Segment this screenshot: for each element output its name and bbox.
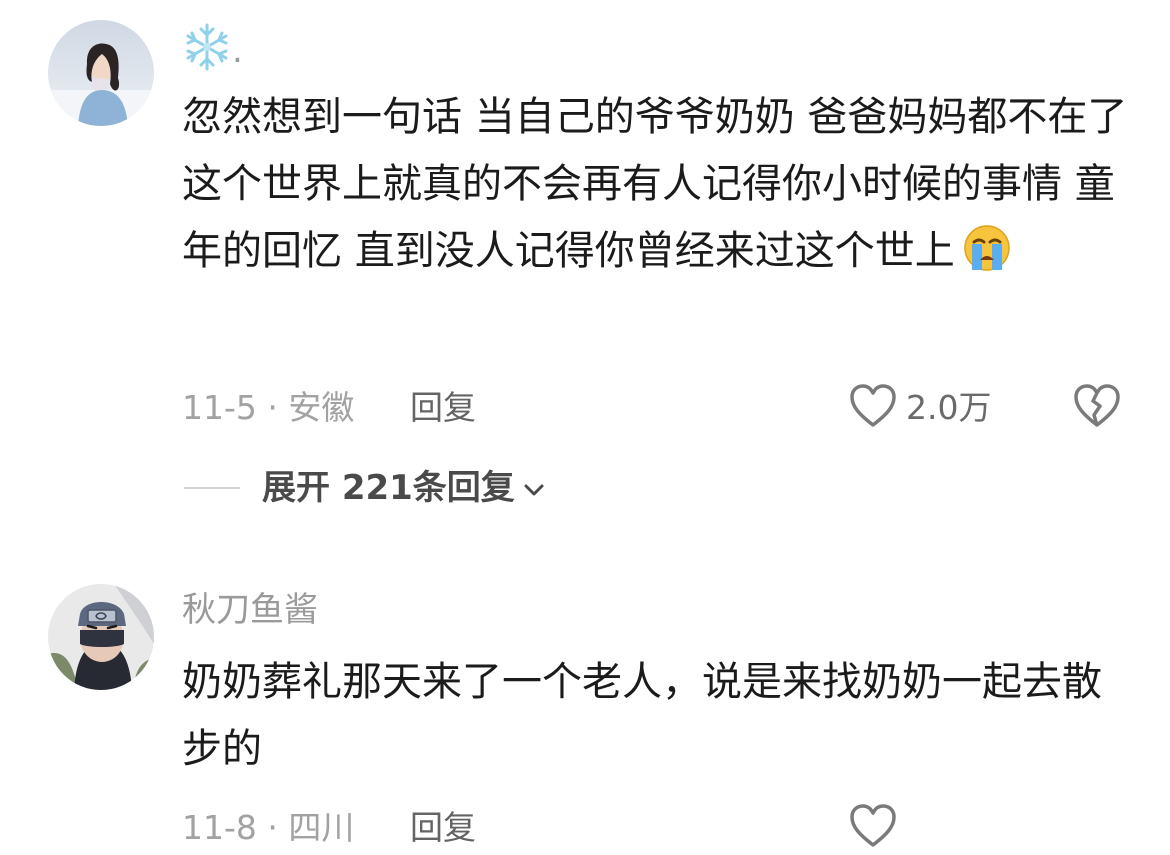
username[interactable]: 秋刀鱼酱	[182, 590, 318, 630]
comment-list: . 忽然想到一句话 当自己的爷爷奶奶 爸爸妈妈都不在了 这个世界上就真的不会再有…	[0, 0, 1170, 855]
crying-face-emoji	[959, 224, 1015, 293]
expand-replies-button[interactable]: 展开 221条回复	[262, 466, 545, 510]
like-button[interactable]	[848, 802, 898, 854]
reply-button[interactable]: 回复	[410, 806, 476, 850]
date-location: 11-8 · 四川	[182, 808, 355, 847]
avatar[interactable]	[48, 20, 154, 126]
chevron-down-icon	[524, 484, 544, 496]
divider	[184, 487, 240, 489]
date-location: 11-5 · 安徽	[182, 388, 355, 427]
reply-button[interactable]: 回复	[410, 386, 476, 430]
comment-text: 奶奶葬礼那天来了一个老人，说是来找奶奶一起去散步的	[182, 659, 1102, 772]
expand-replies-label: 展开 221条回复	[262, 468, 515, 508]
like-button[interactable]: 2.0万	[848, 382, 991, 434]
like-count: 2.0万	[906, 388, 992, 427]
broken-heart-icon	[1074, 384, 1120, 427]
dislike-button[interactable]	[1072, 382, 1122, 434]
avatar[interactable]	[48, 584, 154, 690]
snowflake-icon	[186, 23, 228, 71]
heart-outline-icon	[850, 804, 896, 847]
heart-outline-icon	[850, 384, 896, 427]
username[interactable]: .	[182, 22, 243, 72]
watermark-overlay	[900, 800, 1170, 855]
comment-text: 忽然想到一句话 当自己的爷爷奶奶 爸爸妈妈都不在了 这个世界上就真的不会再有人记…	[182, 84, 1132, 293]
